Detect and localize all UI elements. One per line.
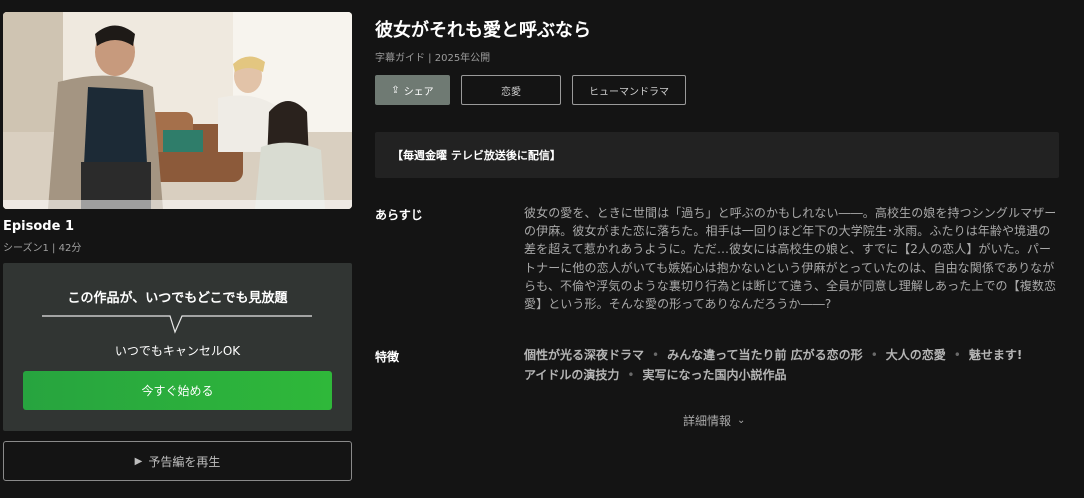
features-label: 特徴 (375, 350, 400, 364)
episode-title: Episode 1 (3, 219, 75, 234)
features-list: 個性が光る深夜ドラマ • みんな違って当たり前 広がる恋の形 • 大人の恋愛 • 魅せます!… (524, 346, 1059, 385)
start-now-button[interactable]: 今すぐ始める (23, 371, 332, 410)
share-label: シェア (403, 86, 434, 98)
genre-chip-human-drama[interactable]: ヒューマンドラマ (572, 75, 686, 105)
feature-item: 個性が光る深夜ドラマ (524, 348, 645, 362)
feature-item: アイドルの演技力 (524, 367, 620, 382)
episode-thumbnail[interactable] (3, 12, 352, 209)
speech-bubble-divider (42, 313, 312, 335)
feature-item: みんな違って当たり前 広がる恋の形 (667, 348, 863, 362)
show-title: 彼女がそれも愛と呼ぶなら (375, 20, 591, 41)
feature-item: 大人の恋愛 (885, 348, 946, 362)
chevron-down-icon: ⌄ (737, 415, 746, 426)
share-button[interactable]: ⇪ シェア (375, 75, 450, 105)
promo-heading: この作品が、いつでもどこでも見放題 (67, 291, 288, 306)
detail-info-label: 詳細情報 (683, 414, 732, 428)
feature-item: 実写になった国内小説作品 (642, 367, 787, 382)
promo-subtext: いつでもキャンセルOK (114, 344, 241, 358)
show-subinfo: 字幕ガイド | 2025年公開 (375, 53, 491, 64)
feature-separator: • (870, 348, 878, 362)
subscription-promo: この作品が、いつでもどこでも見放題 いつでもキャンセルOK 今すぐ始める (3, 263, 352, 431)
feature-separator: • (953, 348, 961, 362)
broadcast-notice: 【毎週金曜 テレビ放送後に配信】 (375, 132, 1059, 178)
title-detail-page: Episode 1 シーズン1 | 42分 この作品が、いつでもどこでも見放題 … (0, 0, 1084, 498)
episode-meta: シーズン1 | 42分 (3, 243, 82, 254)
genre-chip-romance[interactable]: 恋愛 (461, 75, 561, 105)
play-trailer-button[interactable]: ▶ 予告編を再生 (3, 441, 352, 481)
share-icon: ⇪ (391, 84, 400, 96)
feature-item: 魅せます! (968, 348, 1023, 362)
synopsis-label: あらすじ (375, 208, 423, 222)
feature-separator: • (652, 348, 660, 362)
right-column: 彼女がそれも愛と呼ぶなら 字幕ガイド | 2025年公開 ⇪ シェア 恋愛 ヒュ… (375, 0, 1065, 498)
detail-info-toggle[interactable]: 詳細情報 ⌄ (683, 412, 745, 429)
play-trailer-label: 予告編を再生 (148, 454, 221, 469)
play-icon: ▶ (134, 455, 143, 467)
synopsis-text: 彼女の愛を、ときに世間は「過ち」と呼ぶのかもしれない――。高校生の娘を持つシング… (524, 206, 1057, 312)
feature-separator: • (627, 367, 635, 382)
episode-still-image (3, 12, 352, 209)
left-column: Episode 1 シーズン1 | 42分 この作品が、いつでもどこでも見放題 … (0, 0, 356, 498)
action-chip-row: ⇪ シェア 恋愛 ヒューマンドラマ (375, 75, 686, 105)
